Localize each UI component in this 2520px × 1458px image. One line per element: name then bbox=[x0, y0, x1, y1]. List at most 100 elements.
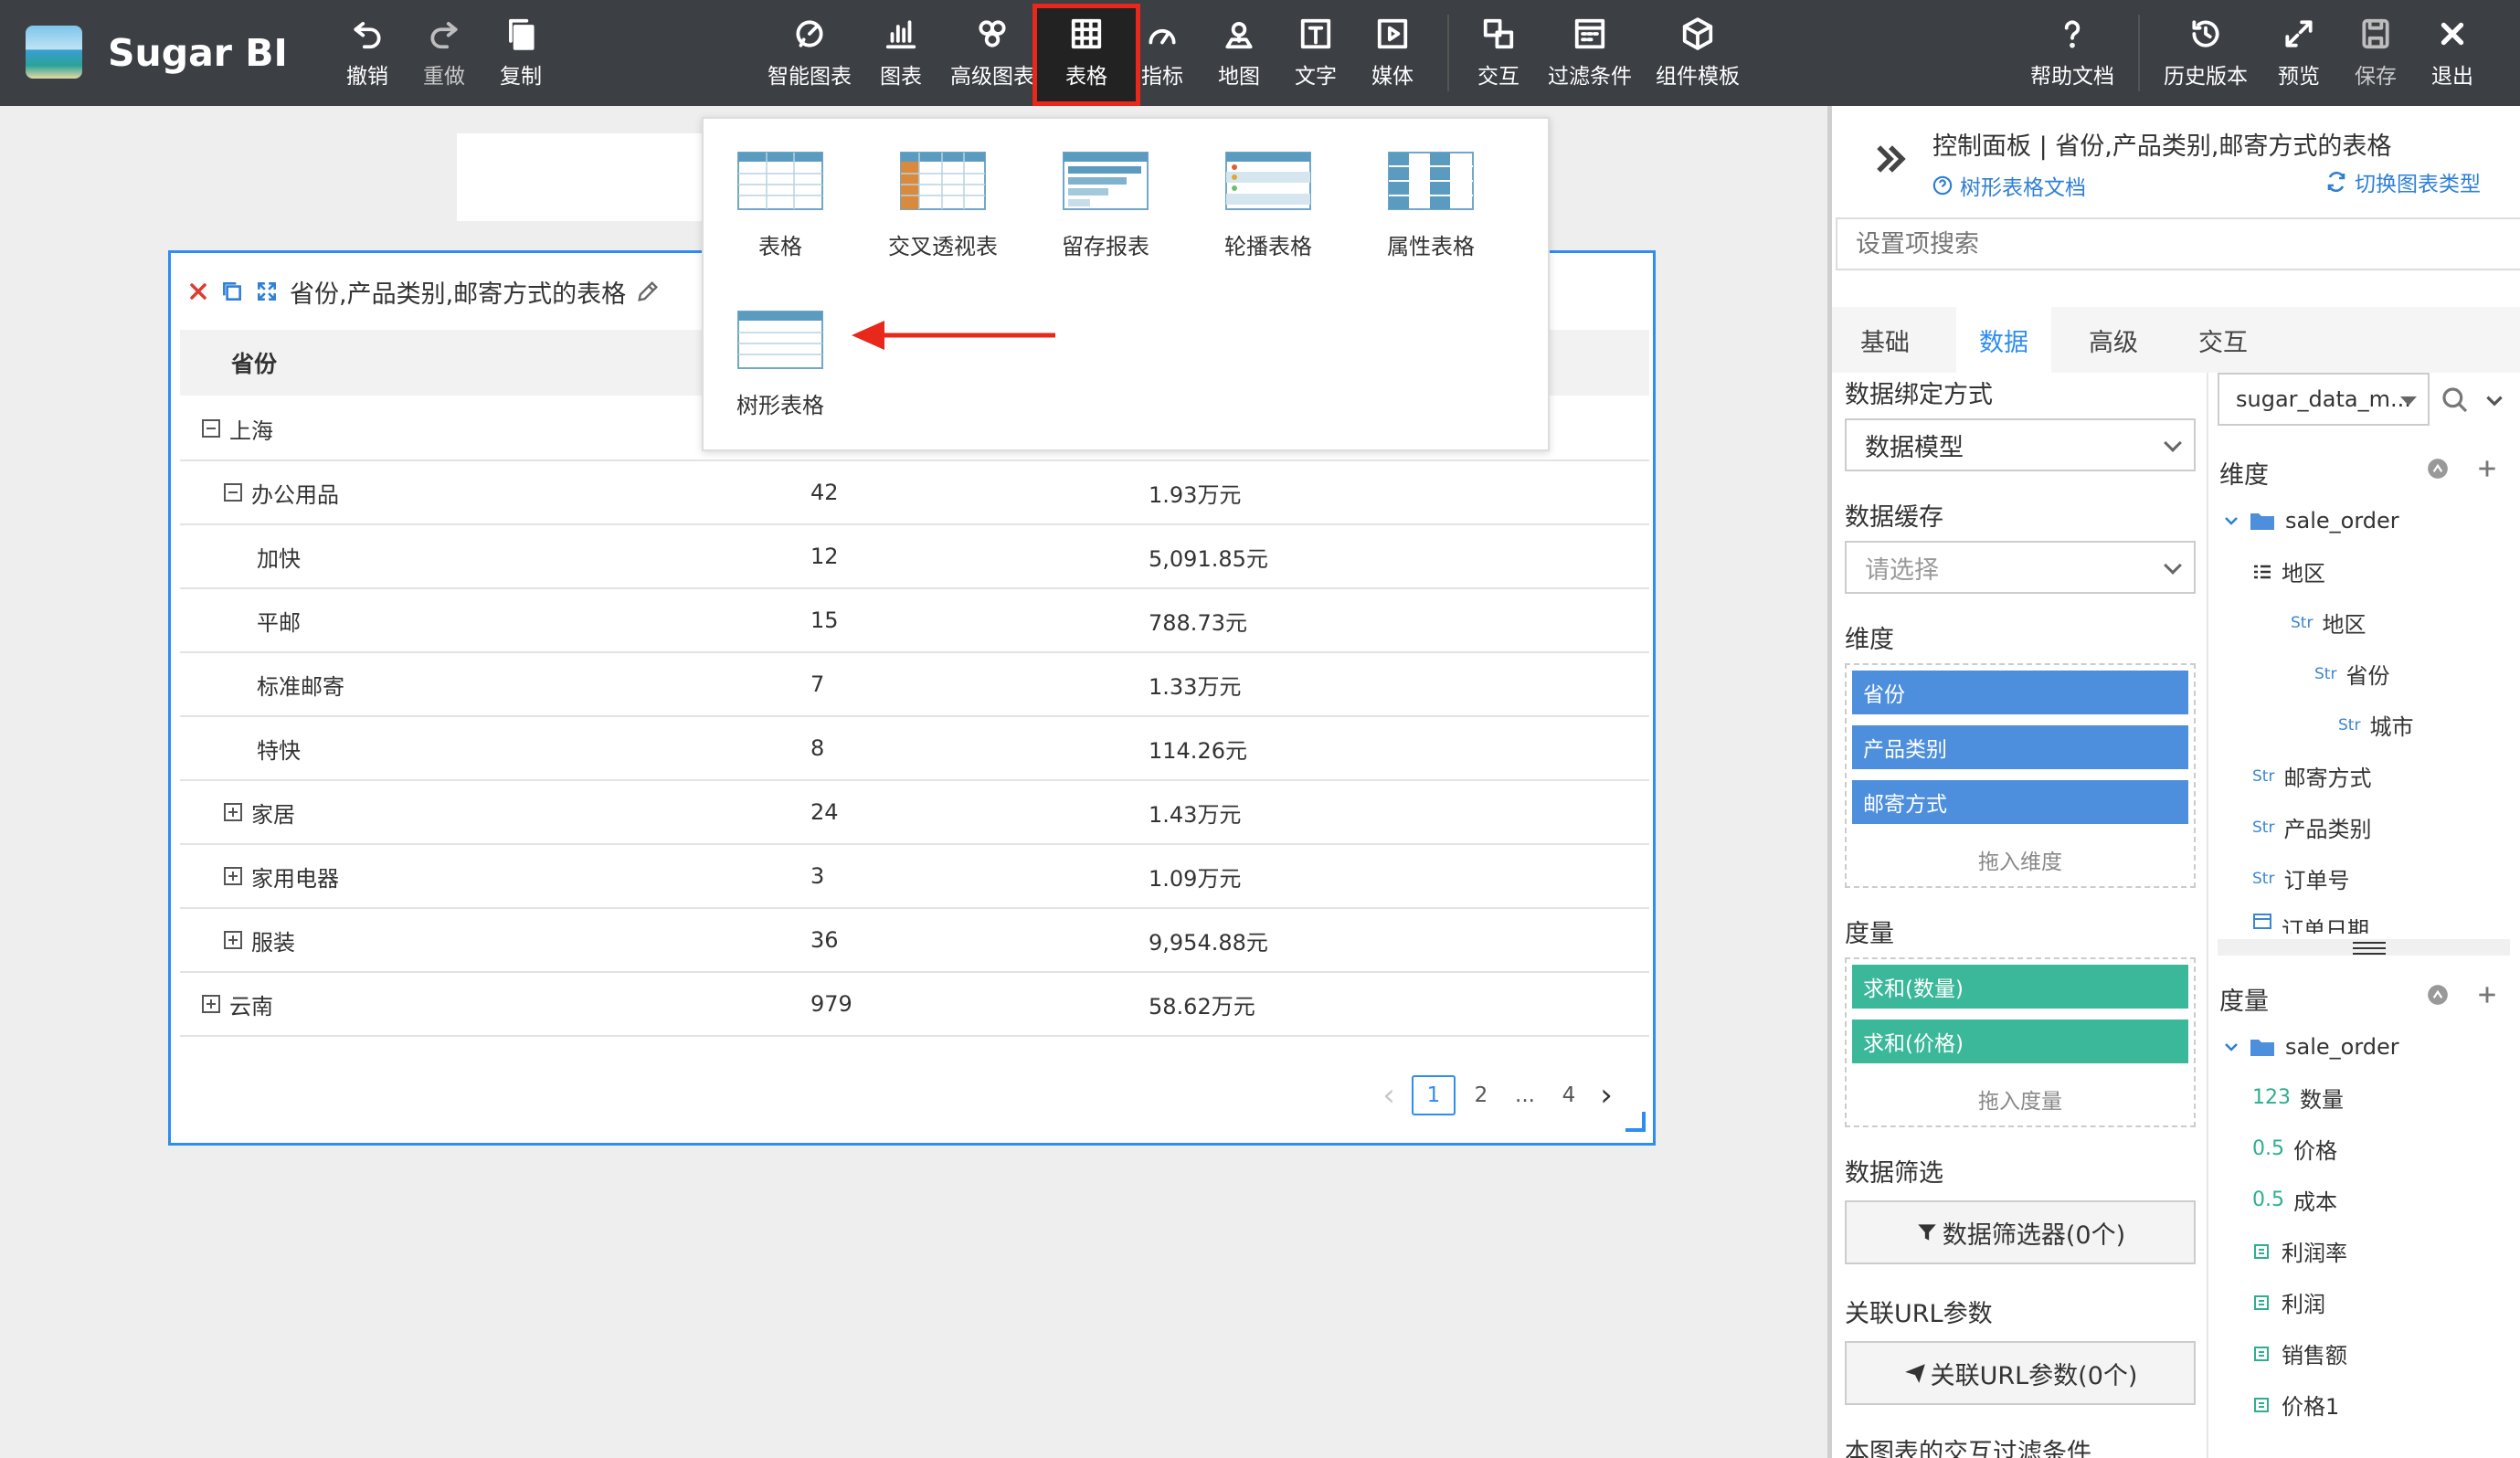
smart-chart-button[interactable]: 智能图表 bbox=[764, 0, 855, 106]
table-row[interactable]: 平邮 15 788.73元 bbox=[180, 589, 1649, 653]
media-button[interactable]: 媒体 bbox=[1365, 0, 1420, 106]
measure-field[interactable]: 销售额 bbox=[2252, 1337, 2347, 1369]
binding-select[interactable]: 数据模型 bbox=[1845, 418, 2196, 471]
expand-icon[interactable] bbox=[224, 931, 242, 949]
save-button[interactable]: 保存 bbox=[2348, 0, 2403, 106]
table-button[interactable]: 表格 bbox=[1051, 0, 1122, 106]
data-filter-button[interactable]: 数据筛选器(0个) bbox=[1845, 1200, 2196, 1264]
component-template-button[interactable]: 组件模板 bbox=[1652, 0, 1743, 106]
data-model-select[interactable]: sugar_data_m... bbox=[2218, 373, 2430, 426]
table-row[interactable]: 云南 979 58.62万元 bbox=[180, 973, 1649, 1037]
measure-field[interactable]: 利润率 bbox=[2252, 1235, 2347, 1267]
calculated-field-icon bbox=[2254, 1346, 2269, 1361]
url-param-button[interactable]: 关联URL参数(0个) bbox=[1845, 1341, 2196, 1405]
popup-item-retention[interactable]: 留存报表 bbox=[1032, 152, 1179, 260]
pagination-prev[interactable]: ‹ bbox=[1375, 1075, 1403, 1115]
cache-select[interactable]: 请选择 bbox=[1845, 541, 2196, 594]
table-row[interactable]: 服装 36 9,954.88元 bbox=[180, 909, 1649, 973]
table-row[interactable]: 家居 24 1.43万元 bbox=[180, 781, 1649, 845]
add-measure-icon[interactable] bbox=[2475, 983, 2499, 1007]
undo-button[interactable]: 撤销 bbox=[338, 0, 397, 106]
settings-badge-icon[interactable] bbox=[2426, 983, 2450, 1007]
chart-button[interactable]: 图表 bbox=[874, 0, 928, 106]
model-folder[interactable]: sale_order bbox=[2223, 508, 2399, 534]
delete-icon[interactable] bbox=[187, 280, 209, 302]
collapse-icon[interactable] bbox=[202, 419, 220, 438]
advanced-chart-button[interactable]: 高级图表 bbox=[947, 0, 1038, 106]
pagination-next[interactable]: › bbox=[1593, 1075, 1620, 1115]
expand-icon[interactable] bbox=[224, 867, 242, 885]
dimension-dropzone[interactable]: 省份 产品类别 邮寄方式 拖入维度 bbox=[1845, 663, 2196, 888]
measure-field[interactable]: 0.5 成本 bbox=[2252, 1184, 2337, 1216]
dimension-field[interactable]: Str 地区 bbox=[2291, 607, 2366, 639]
model-folder[interactable]: sale_order bbox=[2223, 1034, 2399, 1060]
tree-table-docs-link[interactable]: 树形表格文档 bbox=[1932, 170, 2086, 201]
history-button[interactable]: 历史版本 bbox=[2160, 0, 2251, 106]
duplicate-icon[interactable] bbox=[220, 280, 244, 303]
dimension-field[interactable]: Str 城市 bbox=[2338, 709, 2413, 741]
table-row[interactable]: 加快 12 5,091.85元 bbox=[180, 525, 1649, 589]
measure-dropzone[interactable]: 求和(数量) 求和(价格) 拖入度量 bbox=[1845, 957, 2196, 1127]
preview-button[interactable]: 预览 bbox=[2271, 0, 2326, 106]
popup-item-label: 属性表格 bbox=[1387, 234, 1475, 259]
pagination-page-4[interactable]: 4 bbox=[1551, 1075, 1587, 1115]
edit-pencil-icon[interactable] bbox=[635, 279, 661, 304]
dimension-field[interactable]: 订单日期 bbox=[2252, 912, 2369, 934]
text-button[interactable]: 文字 bbox=[1288, 0, 1343, 106]
resize-handle[interactable] bbox=[1625, 1112, 1646, 1132]
dimension-field[interactable]: Str 省份 bbox=[2314, 658, 2389, 690]
measure-field[interactable]: 0.5 价格 bbox=[2252, 1133, 2337, 1165]
tab-interaction[interactable]: 交互 bbox=[2176, 307, 2271, 373]
dimension-field[interactable]: Str 邮寄方式 bbox=[2252, 760, 2371, 792]
expand-icon[interactable] bbox=[224, 803, 242, 821]
settings-search-input[interactable] bbox=[1836, 217, 2520, 270]
popup-item-label: 轮播表格 bbox=[1224, 234, 1312, 259]
measure-field[interactable]: 价格1 bbox=[2252, 1389, 2339, 1421]
search-icon[interactable] bbox=[2441, 386, 2470, 415]
table-row[interactable]: 办公用品 42 1.93万元 bbox=[180, 461, 1649, 525]
smart-chart-label: 智能图表 bbox=[768, 65, 852, 89]
exit-button[interactable]: 退出 bbox=[2425, 0, 2480, 106]
copy-button[interactable]: 复制 bbox=[492, 0, 550, 106]
collapse-icon[interactable] bbox=[224, 483, 242, 502]
measure-field[interactable]: 123 数量 bbox=[2252, 1082, 2344, 1114]
interaction-button[interactable]: 交互 bbox=[1471, 0, 1526, 106]
popup-item-table[interactable]: 表格 bbox=[707, 152, 853, 260]
table-row[interactable]: 特快 8 114.26元 bbox=[180, 717, 1649, 781]
cell-count: 15 bbox=[810, 608, 839, 633]
popup-item-property[interactable]: 属性表格 bbox=[1358, 152, 1504, 260]
popup-item-pivot[interactable]: 交叉透视表 bbox=[870, 152, 1016, 260]
table-thumbnail-icon bbox=[737, 152, 823, 210]
dimension-pill-category[interactable]: 产品类别 bbox=[1852, 725, 2188, 769]
fullscreen-icon[interactable] bbox=[255, 280, 279, 303]
table-row[interactable]: 家用电器 3 1.09万元 bbox=[180, 845, 1649, 909]
dimension-pill-province[interactable]: 省份 bbox=[1852, 671, 2188, 714]
tab-basic[interactable]: 基础 bbox=[1832, 307, 1938, 373]
settings-badge-icon[interactable] bbox=[2426, 457, 2450, 481]
dimension-field[interactable]: Str 订单号 bbox=[2252, 862, 2349, 894]
dimension-field[interactable]: Str 产品类别 bbox=[2252, 811, 2371, 843]
measure-pill-price[interactable]: 求和(价格) bbox=[1852, 1020, 2188, 1063]
popup-item-tree-table[interactable]: 树形表格 bbox=[707, 311, 853, 419]
pagination-page-2[interactable]: 2 bbox=[1463, 1075, 1499, 1115]
add-dimension-icon[interactable] bbox=[2475, 457, 2499, 481]
switch-chart-type-link[interactable]: 切换图表类型 bbox=[2325, 166, 2481, 197]
chevron-down-icon[interactable] bbox=[2483, 389, 2506, 413]
drag-handle-icon[interactable] bbox=[2351, 937, 2388, 959]
dimension-pill-shipping[interactable]: 邮寄方式 bbox=[1852, 780, 2188, 824]
help-docs-button[interactable]: 帮助文档 bbox=[2027, 0, 2118, 106]
collapse-panel-icon[interactable] bbox=[1870, 139, 1911, 179]
metric-button[interactable]: 指标 bbox=[1135, 0, 1190, 106]
popup-item-carousel[interactable]: 轮播表格 bbox=[1195, 152, 1341, 260]
table-row[interactable]: 标准邮寄 7 1.33万元 bbox=[180, 653, 1649, 717]
expand-icon[interactable] bbox=[202, 995, 220, 1013]
measure-pill-quantity[interactable]: 求和(数量) bbox=[1852, 965, 2188, 1009]
redo-button[interactable]: 重做 bbox=[415, 0, 473, 106]
measure-field[interactable]: 利润 bbox=[2252, 1286, 2325, 1318]
map-button[interactable]: 地图 bbox=[1212, 0, 1266, 106]
tab-data[interactable]: 数据 bbox=[1956, 307, 2051, 373]
pagination-page-1[interactable]: 1 bbox=[1412, 1075, 1456, 1115]
dimension-field[interactable]: 地区 bbox=[2252, 555, 2325, 587]
tab-advanced[interactable]: 高级 bbox=[2066, 307, 2161, 373]
filter-condition-button[interactable]: 过滤条件 bbox=[1544, 0, 1636, 106]
